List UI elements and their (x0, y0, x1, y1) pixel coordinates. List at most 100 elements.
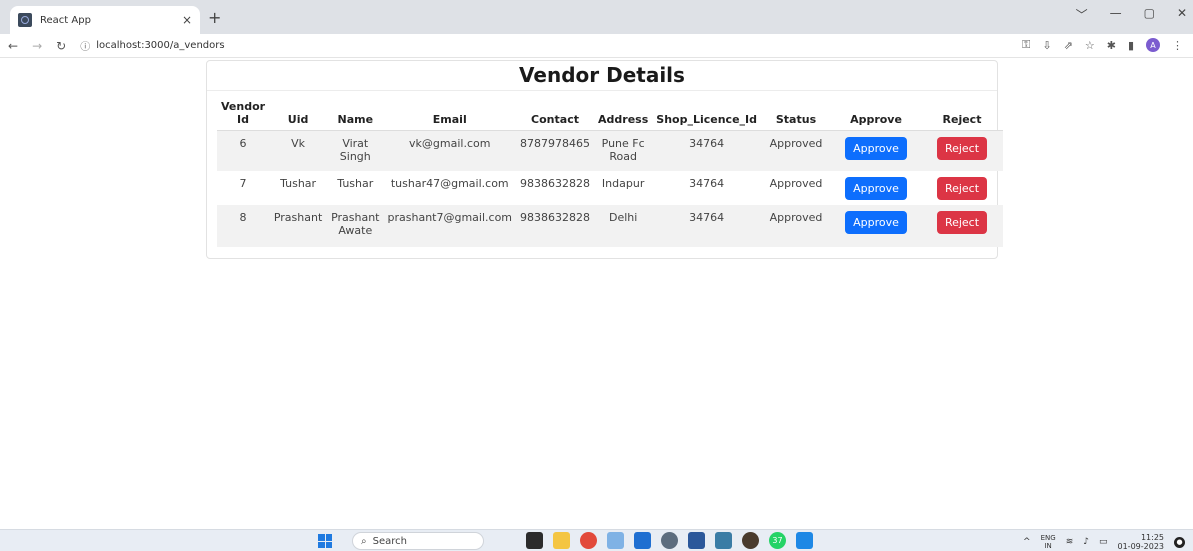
taskbar-apps: 37 (526, 532, 813, 549)
approve-button[interactable]: Approve (845, 177, 907, 200)
reject-button[interactable]: Reject (936, 177, 988, 200)
cell-contact: 9838632828 (520, 177, 591, 190)
header-reject: Reject (921, 94, 1003, 131)
share-icon[interactable]: ⇗ (1064, 39, 1073, 52)
cell-email: tushar47@gmail.com (390, 177, 509, 190)
cell-reject: Reject (921, 205, 1003, 247)
cell-reject: Reject (921, 171, 1003, 205)
battery-icon[interactable]: ▭ (1099, 537, 1108, 547)
header-name: Name (327, 94, 384, 131)
os-taskbar: ⌕ Search 37 ^ ENG IN ≋ ♪ ▭ 11:25 01-09-2… (0, 529, 1193, 551)
cell-approve: Approve (831, 130, 921, 171)
taskbar-search-placeholder: Search (372, 535, 407, 547)
back-icon[interactable]: ← (8, 39, 18, 53)
cell-address: Delhi (594, 205, 653, 247)
cell-name: Prashant Awate (327, 205, 384, 247)
cell-contact: 9838632828 (516, 205, 595, 247)
header-contact: Contact (516, 94, 595, 131)
menu-icon[interactable]: ⋮ (1172, 39, 1183, 52)
profile-avatar[interactable]: A (1146, 38, 1160, 52)
header-address: Address (594, 94, 653, 131)
cell-uid: Vk (269, 130, 328, 171)
tab-search-icon[interactable]: ﹀ (1076, 6, 1088, 23)
table-row: 6 Vk Virat Singh vk@gmail.com 8787978465… (217, 130, 1003, 171)
toolbar-icons: ⚿ ⇩ ⇗ ☆ ✱ ▮ A ⋮ (1022, 38, 1183, 52)
close-window-icon[interactable]: ✕ (1177, 6, 1187, 23)
minimize-icon[interactable]: — (1110, 6, 1122, 23)
tray-overflow-icon[interactable]: ^ (1023, 537, 1031, 547)
approve-button[interactable]: Approve (845, 136, 907, 160)
header-approve: Approve (831, 94, 921, 131)
cell-name: Virat Singh (327, 130, 384, 171)
browser-tab[interactable]: React App × (10, 6, 200, 34)
extensions-icon[interactable]: ✱ (1107, 39, 1116, 52)
table-header-row: Vendor Id Uid Name Email Contact Address … (217, 94, 1003, 131)
windows-start-icon[interactable] (318, 534, 332, 548)
cell-status: Approved (761, 205, 831, 247)
install-icon[interactable]: ⇩ (1042, 39, 1051, 52)
tab-close-icon[interactable]: × (182, 13, 192, 27)
header-uid: Uid (269, 94, 328, 131)
vendor-details-card: Vendor Details Vendor Id Uid Name Email C… (206, 60, 1003, 259)
whatsapp-icon[interactable]: 37 (769, 532, 786, 549)
cell-address: Indapur (601, 177, 645, 190)
cell-approve: Approve (831, 205, 921, 247)
cell-address: Pune Fc Road (594, 130, 653, 171)
approve-button[interactable]: Approve (845, 211, 907, 234)
taskview-icon[interactable] (526, 532, 543, 549)
cell-status: Approved (761, 130, 831, 171)
settings-icon[interactable] (661, 532, 678, 549)
new-tab-button[interactable]: + (208, 8, 221, 27)
forward-icon[interactable]: → (32, 39, 42, 53)
volume-icon[interactable]: ♪ (1083, 537, 1089, 547)
site-info-icon[interactable]: ⓘ (80, 38, 90, 53)
tab-title: React App (40, 14, 91, 26)
cell-reject: Reject (921, 130, 1003, 171)
wifi-icon[interactable]: ≋ (1066, 537, 1074, 547)
cell-vendor-id: 7 (239, 177, 247, 190)
header-email: Email (383, 94, 517, 131)
app-icon[interactable] (742, 532, 759, 549)
cell-shop-licence-id: 34764 (652, 205, 761, 247)
taskbar-search-input[interactable]: ⌕ Search (352, 532, 484, 550)
cell-email: prashant7@gmail.com (383, 205, 517, 247)
image-viewer-icon[interactable] (715, 532, 732, 549)
window-controls: ﹀ — ▢ ✕ (1076, 6, 1187, 23)
key-icon[interactable]: ⚿ (1022, 38, 1030, 52)
search-icon: ⌕ (361, 535, 367, 547)
cell-approve: Approve (831, 171, 921, 205)
chrome-icon[interactable] (580, 532, 597, 549)
photos-icon[interactable] (607, 532, 624, 549)
side-panel-icon[interactable]: ▮ (1128, 39, 1134, 52)
url-input[interactable]: localhost:3000/a_vendors (96, 40, 224, 51)
clock[interactable]: 11:25 01-09-2023 (1118, 533, 1165, 551)
notification-icon[interactable]: ● (1174, 536, 1185, 548)
maximize-icon[interactable]: ▢ (1144, 6, 1155, 23)
remote-desktop-icon[interactable] (634, 532, 651, 549)
cell-uid: Prashant (269, 205, 328, 247)
bookmark-star-icon[interactable]: ☆ (1085, 39, 1095, 52)
header-status: Status (761, 94, 831, 131)
reload-icon[interactable]: ↻ (56, 39, 66, 53)
cell-email: vk@gmail.com (383, 130, 517, 171)
system-tray: ^ ENG IN ≋ ♪ ▭ 11:25 01-09-2023 ● (1023, 533, 1185, 551)
vscode-icon[interactable] (796, 532, 813, 549)
cell-shop-licence-id: 34764 (652, 130, 761, 171)
cell-uid: Tushar (280, 177, 317, 190)
title-divider (207, 90, 997, 91)
header-shop-licence-id: Shop_Licence_Id (652, 94, 761, 131)
word-icon[interactable] (688, 532, 705, 549)
table-row: 7 Tushar Tushar tushar47@gmail.com 98386… (217, 171, 1003, 205)
file-explorer-icon[interactable] (553, 532, 570, 549)
vendors-table: Vendor Id Uid Name Email Contact Address … (217, 94, 1003, 247)
react-favicon-icon (18, 13, 32, 27)
page-title: Vendor Details (519, 63, 685, 87)
reject-button[interactable]: Reject (936, 211, 988, 234)
cell-vendor-id: 6 (217, 130, 270, 171)
reject-button[interactable]: Reject (936, 136, 988, 160)
language-indicator[interactable]: ENG IN (1041, 534, 1056, 550)
cell-status: Approved (769, 177, 823, 190)
browser-tab-bar: React App × + ﹀ — ▢ ✕ (0, 0, 1193, 34)
cell-contact: 8787978465 (516, 130, 595, 171)
cell-name: Tushar (337, 177, 374, 190)
